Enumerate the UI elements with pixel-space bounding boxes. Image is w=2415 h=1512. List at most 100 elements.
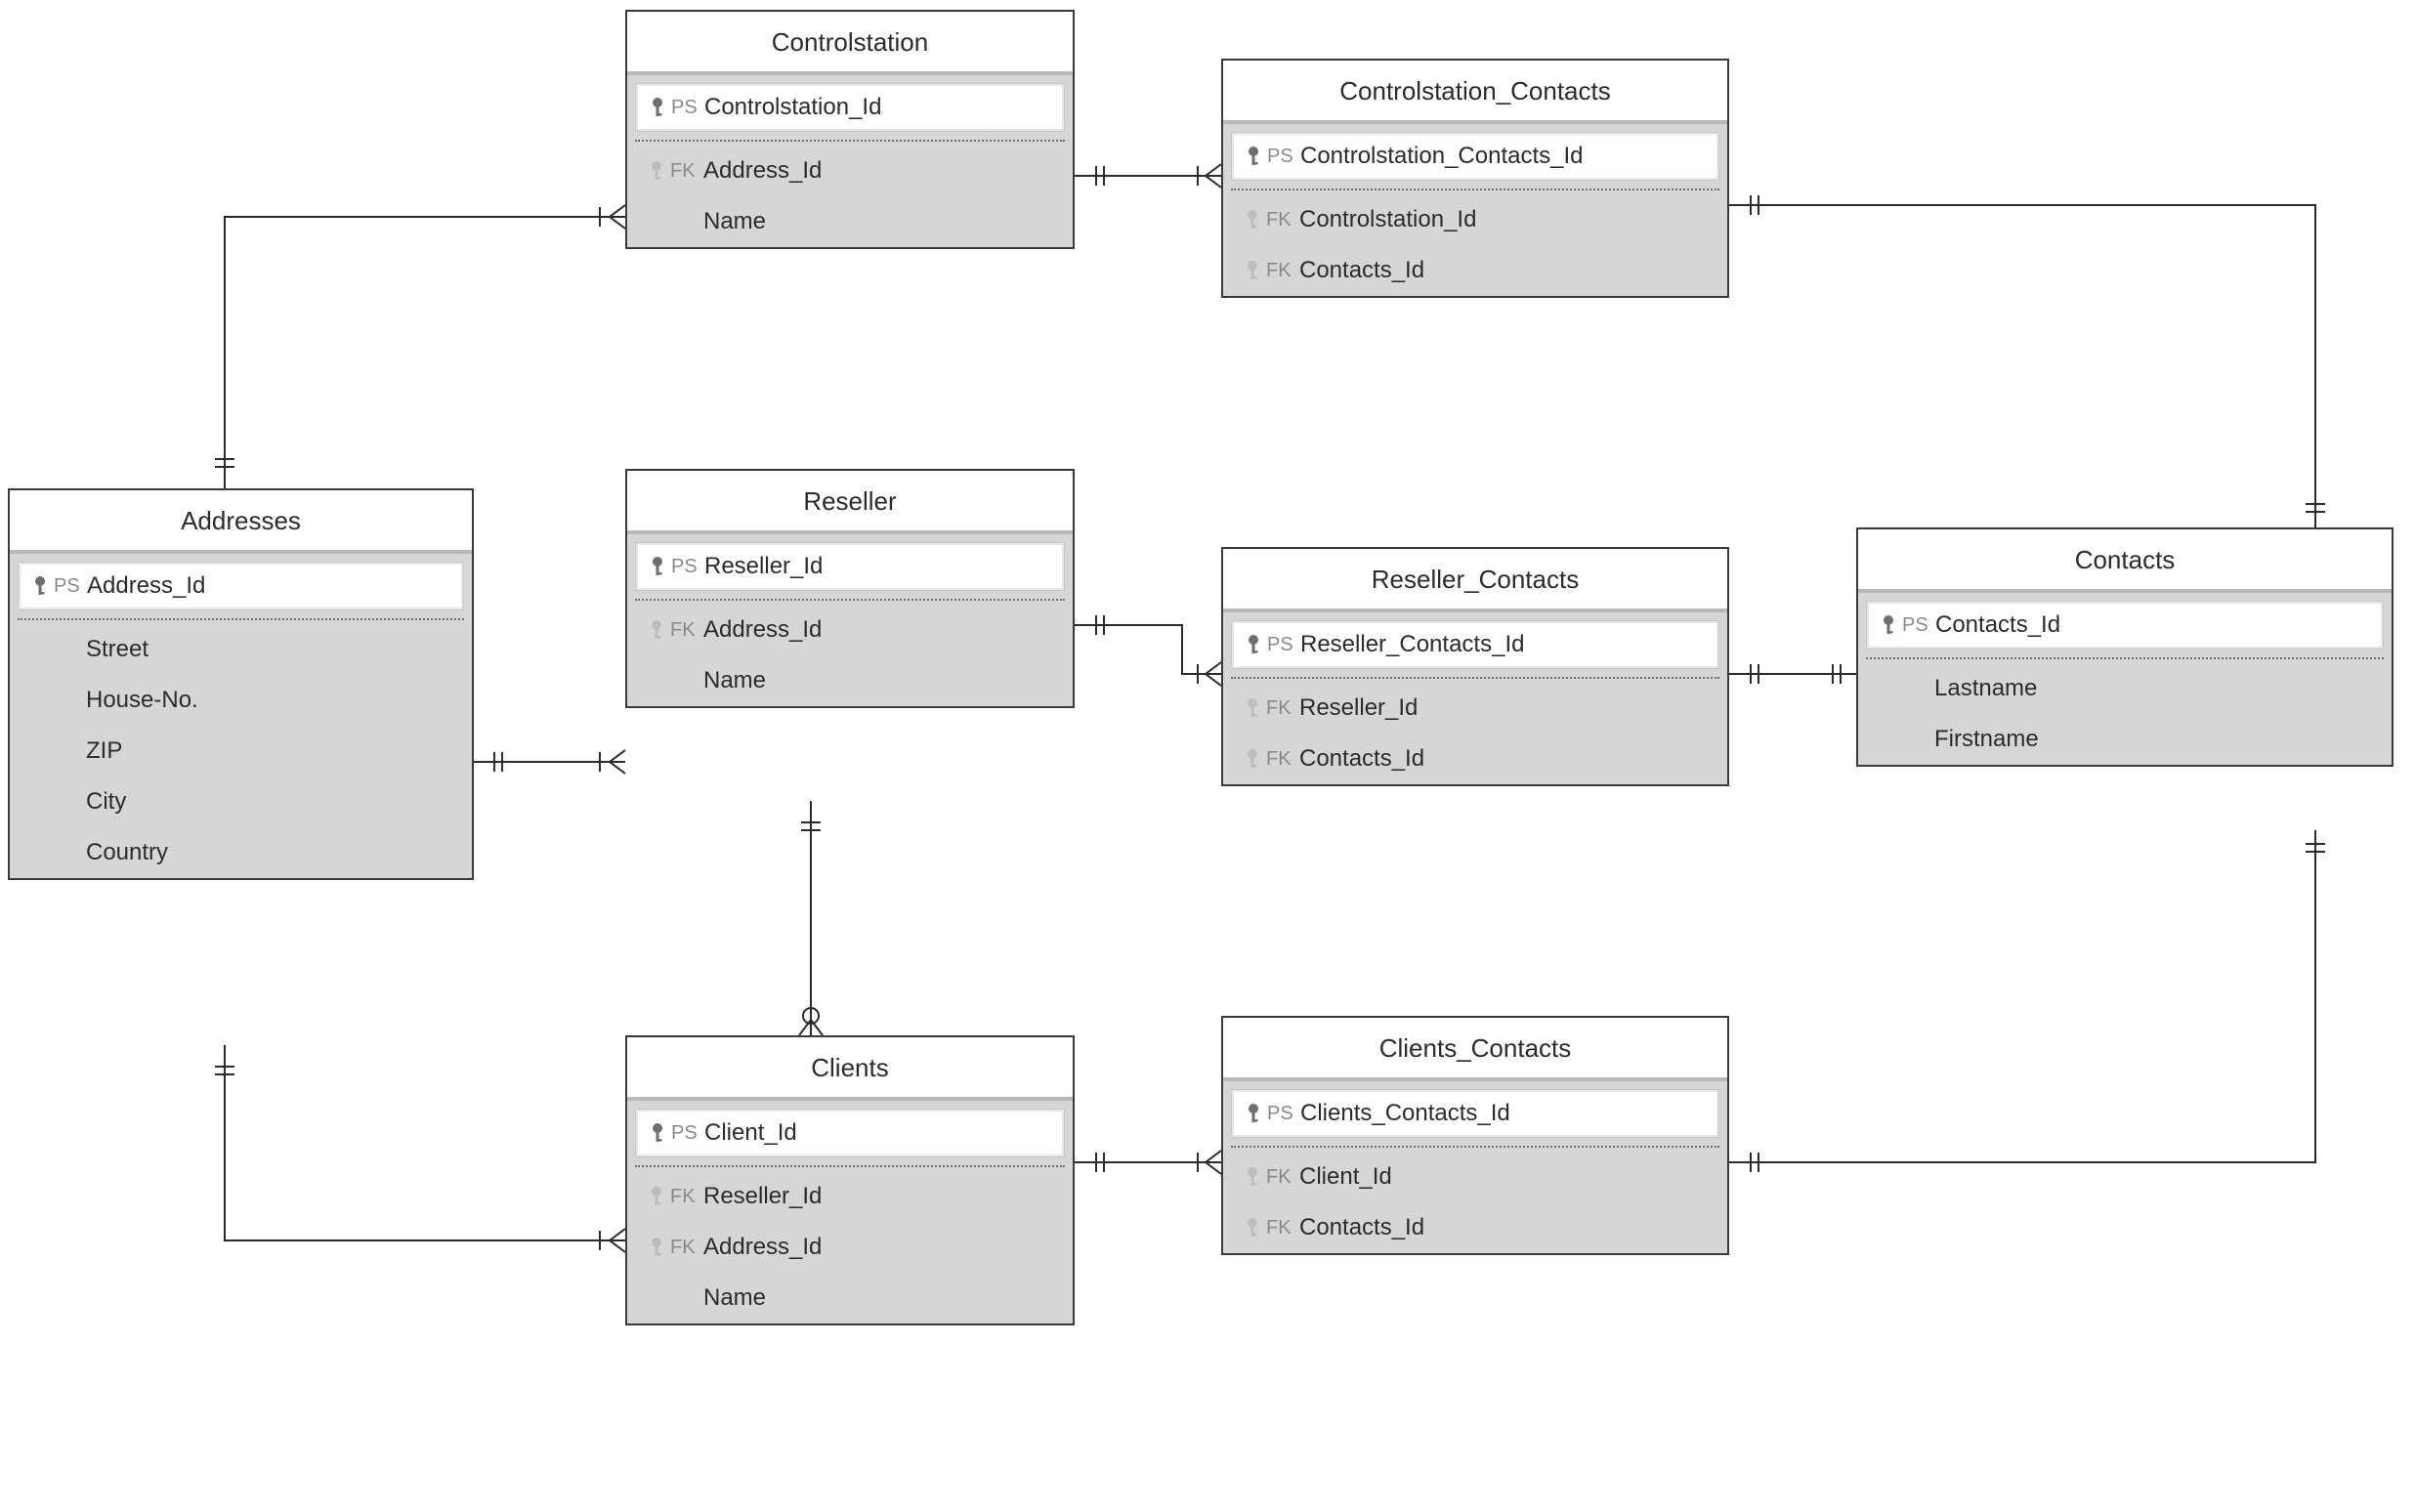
key-tag: FK [1266, 748, 1299, 771]
table-row: FK Contacts_Id [1223, 734, 1727, 784]
column-name: Client_Id [704, 1119, 797, 1147]
column-name: Controlstation_Id [1299, 206, 1476, 233]
entity-addresses: Addresses PS Address_Id Street House-No.… [8, 488, 474, 880]
pk-row: PS Controlstation_Id [635, 83, 1065, 132]
key-icon [1875, 613, 1902, 637]
key-icon [1239, 259, 1266, 282]
key-icon [644, 96, 671, 119]
table-row: FK Client_Id [1223, 1152, 1727, 1202]
column-name: Contacts_Id [1935, 611, 2060, 639]
entity-clients: Clients PS Client_Id FK Reseller_Id FK A… [625, 1035, 1075, 1325]
entity-contacts: Contacts PS Contacts_Id Lastname Firstna… [1856, 527, 2394, 767]
key-tag: PS [1267, 146, 1300, 168]
pk-row: PS Contacts_Id [1866, 601, 2384, 650]
key-tag: PS [1902, 614, 1935, 637]
table-row: ZIP [10, 726, 472, 777]
key-tag: FK [670, 619, 703, 642]
pk-row: PS Clients_Contacts_Id [1231, 1089, 1719, 1138]
column-name: City [86, 788, 126, 816]
table-row: Lastname [1858, 663, 2392, 714]
column-name: ZIP [86, 737, 122, 765]
column-name: Address_Id [87, 572, 205, 600]
entity-clients-contacts: Clients_Contacts PS Clients_Contacts_Id … [1221, 1016, 1729, 1255]
key-tag: PS [671, 556, 704, 578]
column-name: Lastname [1934, 675, 2037, 702]
table-row: Country [10, 827, 472, 878]
column-name: Contacts_Id [1299, 745, 1424, 773]
table-row: FK Reseller_Id [1223, 683, 1727, 734]
table-row: Firstname [1858, 714, 2392, 765]
key-icon [1239, 1216, 1266, 1239]
pk-row: PS Reseller_Id [635, 542, 1065, 591]
key-tag: FK [1266, 209, 1299, 231]
entity-controlstation: Controlstation PS Controlstation_Id FK A… [625, 10, 1075, 249]
key-icon [1239, 747, 1266, 771]
entity-title: Clients_Contacts [1223, 1018, 1727, 1081]
table-row: FK Contacts_Id [1223, 245, 1727, 296]
table-row: City [10, 777, 472, 827]
table-row: FK Address_Id [627, 605, 1073, 655]
entity-title: Controlstation_Contacts [1223, 61, 1727, 124]
entity-reseller-contacts: Reseller_Contacts PS Reseller_Contacts_I… [1221, 547, 1729, 786]
column-name: Address_Id [703, 157, 822, 185]
column-name: Street [86, 636, 148, 663]
column-name: Address_Id [703, 616, 822, 644]
entity-title: Controlstation [627, 12, 1073, 75]
column-name: Client_Id [1299, 1163, 1392, 1191]
key-tag: FK [670, 160, 703, 183]
key-tag: FK [670, 1186, 703, 1208]
key-tag: FK [1266, 697, 1299, 720]
entity-title: Reseller [627, 471, 1073, 534]
key-tag: PS [1267, 1103, 1300, 1125]
table-row: House-No. [10, 675, 472, 726]
entity-title: Clients [627, 1037, 1073, 1101]
entity-title: Contacts [1858, 529, 2392, 593]
column-name: Reseller_Id [1299, 694, 1418, 722]
key-icon [643, 159, 670, 183]
key-tag: FK [1266, 1217, 1299, 1239]
column-name: Name [703, 1284, 766, 1312]
key-icon [643, 1236, 670, 1259]
column-name: Firstname [1934, 726, 2039, 753]
key-tag: FK [670, 1237, 703, 1259]
key-icon [1240, 633, 1267, 656]
key-tag: PS [1267, 634, 1300, 656]
table-row: Street [10, 624, 472, 675]
table-row: FK Controlstation_Id [1223, 194, 1727, 245]
table-row: Name [627, 196, 1073, 247]
column-name: Reseller_Contacts_Id [1300, 631, 1524, 658]
pk-row: PS Reseller_Contacts_Id [1231, 620, 1719, 669]
pk-row: PS Address_Id [18, 562, 464, 610]
table-row: FK Address_Id [627, 1222, 1073, 1273]
entity-controlstation-contacts: Controlstation_Contacts PS Controlstatio… [1221, 59, 1729, 298]
key-icon [1240, 145, 1267, 168]
key-icon [643, 1185, 670, 1208]
column-name: Clients_Contacts_Id [1300, 1100, 1510, 1127]
key-icon [1240, 1102, 1267, 1125]
entity-reseller: Reseller PS Reseller_Id FK Address_Id Na… [625, 469, 1075, 708]
pk-row: PS Controlstation_Contacts_Id [1231, 132, 1719, 181]
column-name: Name [703, 208, 766, 235]
key-tag: FK [1266, 1166, 1299, 1189]
table-row: Name [627, 1273, 1073, 1323]
entity-title: Reseller_Contacts [1223, 549, 1727, 612]
key-icon [1239, 1165, 1266, 1189]
pk-row: PS Client_Id [635, 1109, 1065, 1157]
entity-title: Addresses [10, 490, 472, 554]
key-icon [644, 1121, 671, 1145]
key-icon [644, 555, 671, 578]
key-tag: PS [54, 575, 87, 598]
key-tag: PS [671, 97, 704, 119]
column-name: Reseller_Id [704, 553, 823, 580]
column-name: Name [703, 667, 766, 694]
table-row: FK Contacts_Id [1223, 1202, 1727, 1253]
key-icon [1239, 696, 1266, 720]
column-name: Country [86, 839, 168, 866]
table-row: FK Reseller_Id [627, 1171, 1073, 1222]
column-name: Address_Id [703, 1234, 822, 1261]
column-name: House-No. [86, 687, 198, 714]
key-icon [26, 574, 54, 598]
key-icon [1239, 208, 1266, 231]
column-name: Controlstation_Id [704, 94, 881, 121]
column-name: Contacts_Id [1299, 257, 1424, 284]
